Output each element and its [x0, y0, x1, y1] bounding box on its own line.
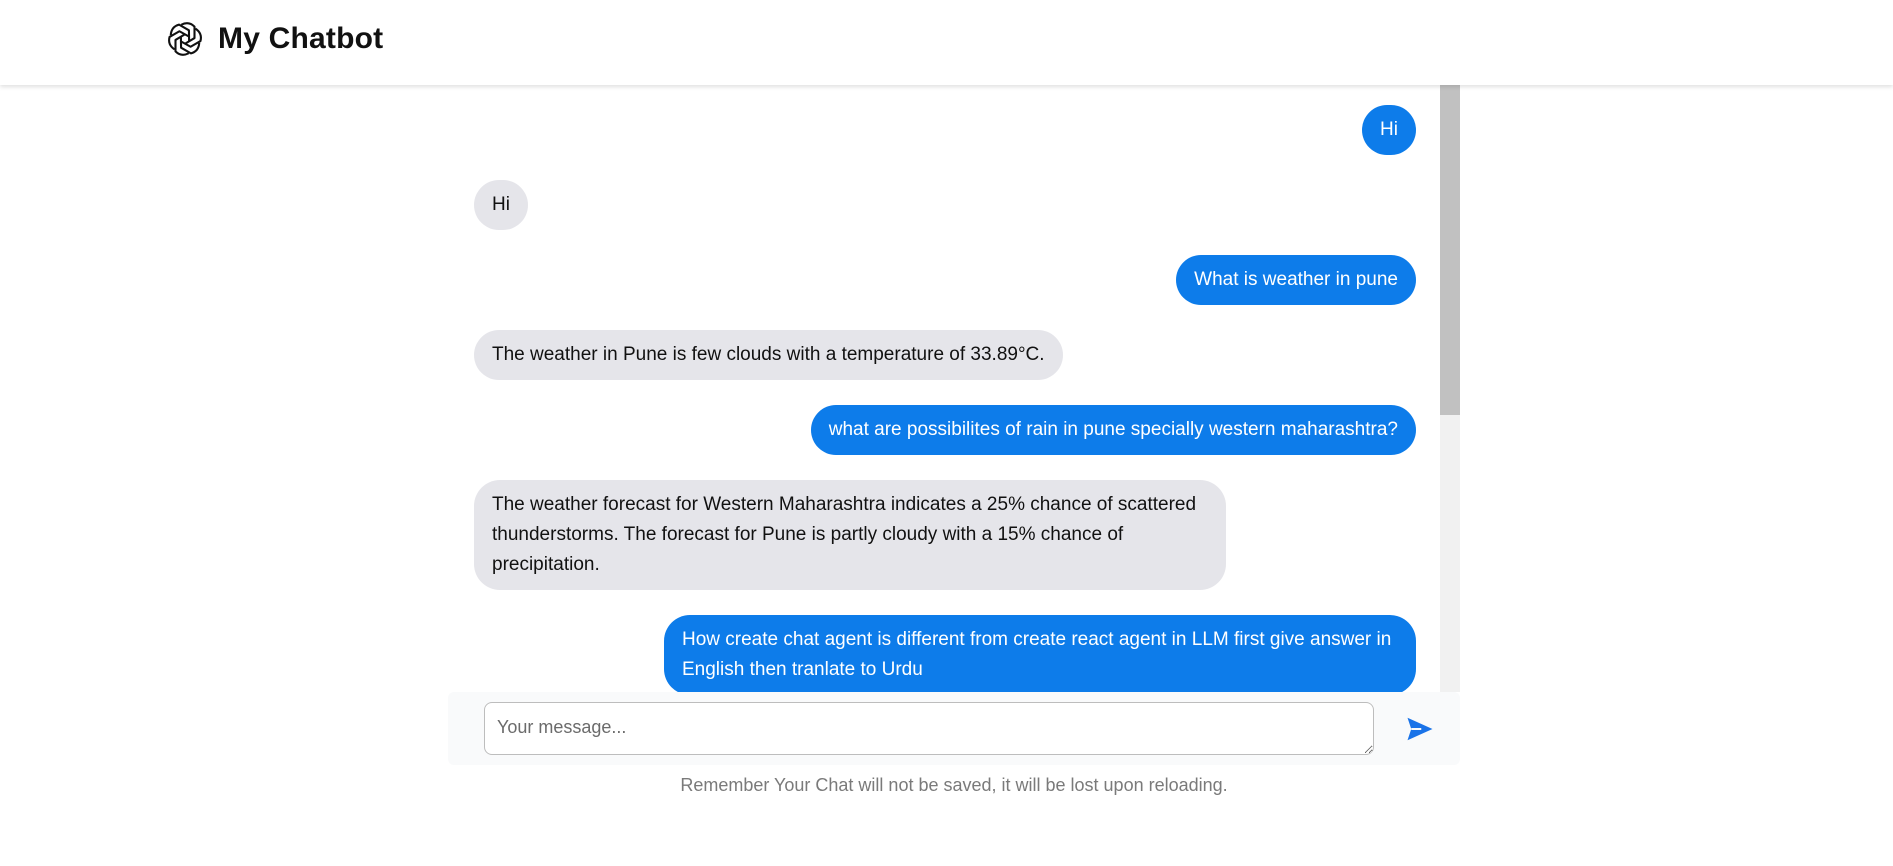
composer	[448, 692, 1460, 765]
chat-area: Hi Hi What is weather in pune The weathe…	[448, 85, 1460, 692]
bot-message: Hi	[474, 180, 528, 230]
chat-scrollbar[interactable]	[1440, 85, 1460, 692]
message-row: How create chat agent is different from …	[474, 615, 1416, 692]
openai-logo-icon	[166, 20, 204, 58]
footer-note: Remember Your Chat will not be saved, it…	[680, 775, 1228, 795]
bot-message: The weather in Pune is few clouds with a…	[474, 330, 1063, 380]
message-input[interactable]	[484, 702, 1374, 755]
message-row: what are possibilites of rain in pune sp…	[474, 405, 1416, 455]
message-row: The weather in Pune is few clouds with a…	[474, 330, 1416, 380]
top-bar: My Chatbot	[0, 0, 1893, 85]
message-row: What is weather in pune	[474, 255, 1416, 305]
user-message: What is weather in pune	[1176, 255, 1416, 305]
scrollbar-thumb[interactable]	[1440, 85, 1460, 415]
message-row: Hi	[474, 180, 1416, 230]
message-row: Hi	[474, 105, 1416, 155]
message-list: Hi Hi What is weather in pune The weathe…	[448, 85, 1440, 692]
message-row: The weather forecast for Western Maharas…	[474, 480, 1416, 590]
brand: My Chatbot	[166, 20, 383, 58]
send-icon	[1405, 714, 1435, 744]
user-message: How create chat agent is different from …	[664, 615, 1416, 692]
bot-message: The weather forecast for Western Maharas…	[474, 480, 1226, 590]
send-button[interactable]	[1403, 712, 1437, 746]
app-title: My Chatbot	[218, 22, 384, 55]
user-message: Hi	[1362, 105, 1416, 155]
user-message: what are possibilites of rain in pune sp…	[810, 405, 1416, 455]
